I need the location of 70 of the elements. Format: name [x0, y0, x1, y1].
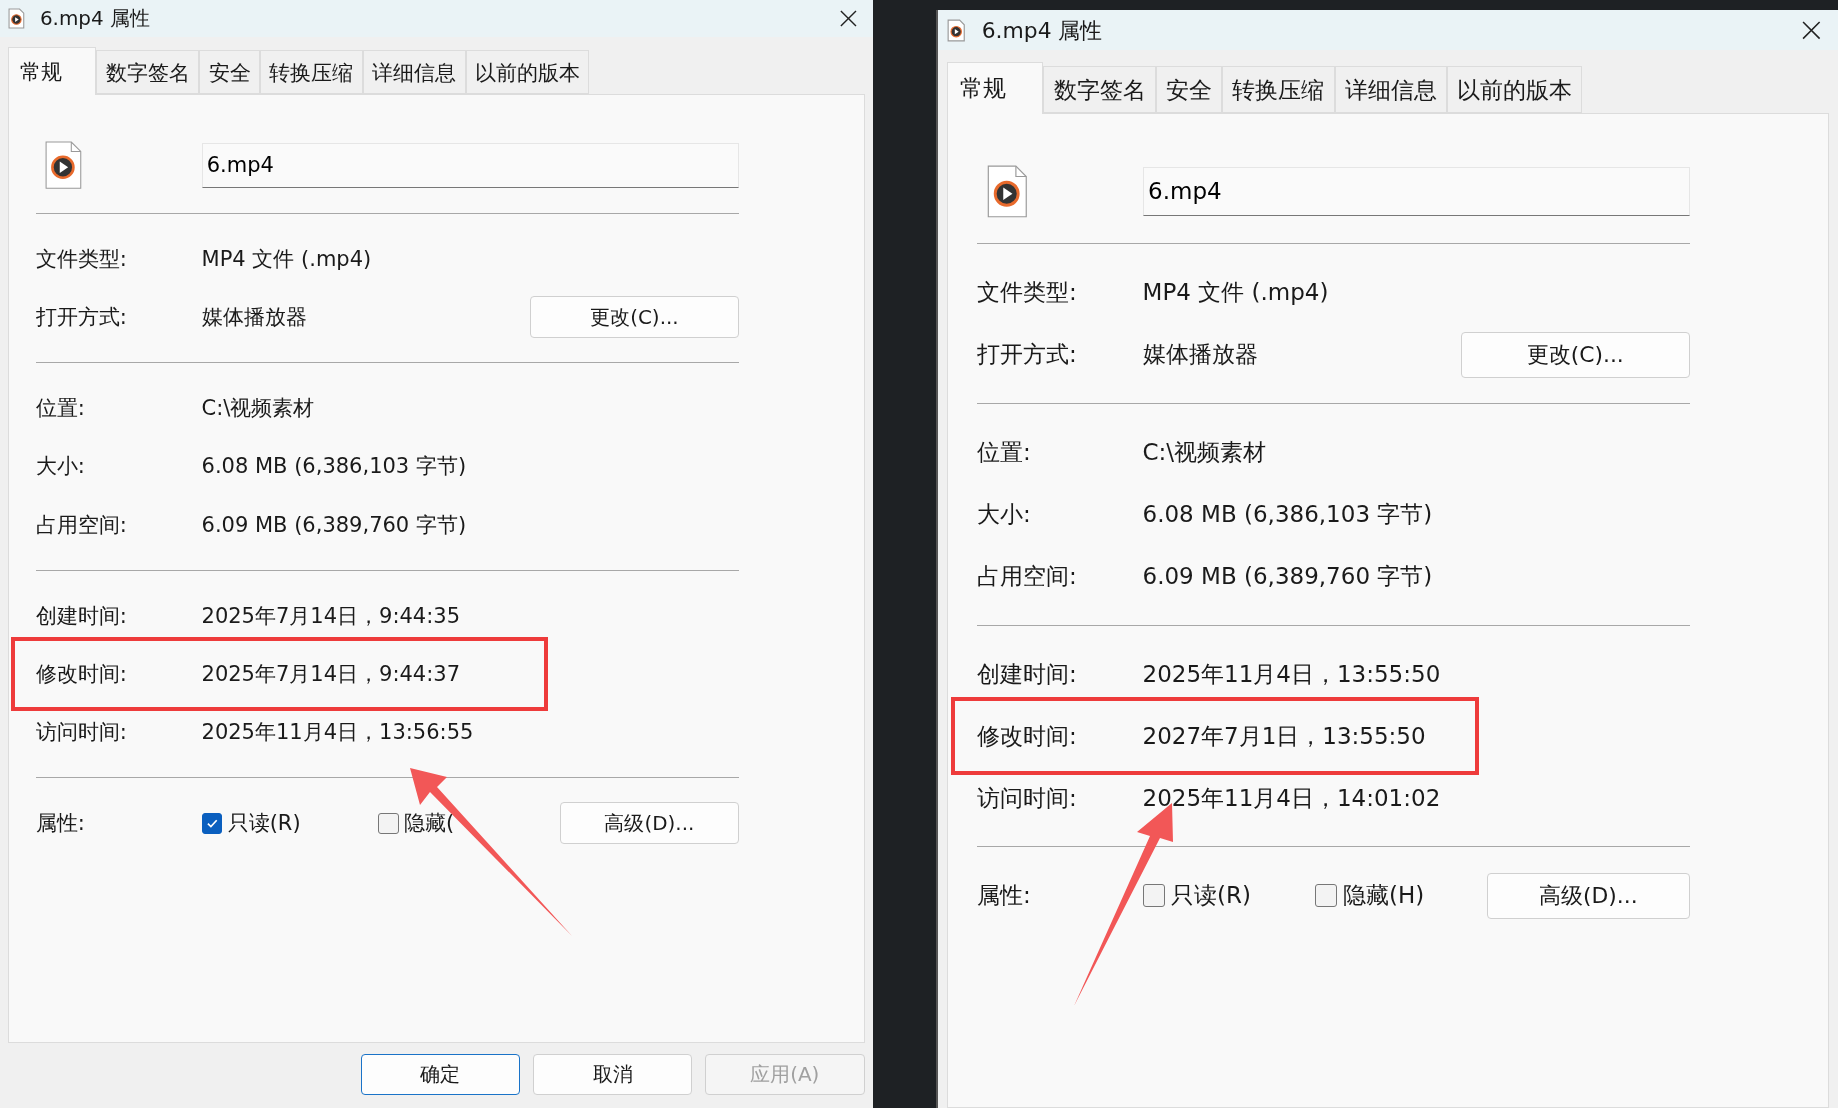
field-label: 修改时间: — [35, 660, 128, 688]
tab[interactable]: 常规 — [947, 61, 1044, 115]
tab[interactable]: 转换压缩 — [1222, 65, 1335, 114]
field-label: 占用空间: — [976, 561, 1078, 591]
field-label: 属性: — [976, 881, 1032, 911]
field-value: 2025年11月4日，13:56:55 — [201, 719, 475, 747]
field-label: 修改时间: — [976, 721, 1078, 751]
checkbox-label: 只读(R) — [227, 810, 301, 838]
field-value: 媒体播放器 — [1142, 340, 1259, 370]
field-value: MP4 文件 (.mp4) — [201, 245, 373, 273]
checkbox[interactable] — [1142, 884, 1166, 908]
filename-field[interactable]: 6.mp4 — [201, 143, 740, 188]
window-title: 6.mp4 属性 — [39, 4, 151, 32]
checkbox[interactable] — [201, 812, 223, 834]
close-icon[interactable] — [839, 8, 859, 28]
field-label: 访问时间: — [976, 783, 1078, 813]
field-label: 访问时间: — [35, 719, 128, 747]
field-label: 打开方式: — [35, 304, 128, 332]
dialog-button[interactable]: 确定 — [360, 1053, 521, 1096]
window-title: 6.mp4 属性 — [981, 16, 1104, 45]
field-value: 6.08 MB (6,386,103 字节) — [201, 453, 468, 481]
tab[interactable]: 常规 — [8, 47, 97, 96]
tab[interactable]: 以前的版本 — [1447, 65, 1583, 114]
field-label: 文件类型: — [35, 245, 128, 273]
tab[interactable]: 详细信息 — [362, 50, 466, 95]
field-value: C:\视频素材 — [201, 394, 316, 422]
field-value: 2025年7月14日，9:44:37 — [201, 660, 461, 688]
field-label: 创建时间: — [976, 659, 1078, 689]
tab[interactable]: 安全 — [1155, 65, 1223, 114]
checkbox-label: 隐藏( — [404, 810, 455, 838]
advanced-button[interactable]: 高级(D)... — [559, 802, 740, 845]
checkbox[interactable] — [1314, 884, 1338, 908]
field-label: 创建时间: — [35, 602, 128, 630]
video-file-icon — [986, 165, 1028, 218]
checkbox[interactable] — [377, 812, 399, 834]
field-value: 媒体播放器 — [201, 304, 308, 332]
field-value: C:\视频素材 — [1142, 437, 1268, 467]
tab[interactable]: 以前的版本 — [465, 50, 590, 95]
change-button[interactable]: 更改(C)... — [1460, 331, 1690, 378]
video-file-icon — [8, 7, 26, 29]
field-label: 位置: — [976, 437, 1032, 467]
tab[interactable]: 数字签名 — [1043, 65, 1156, 114]
advanced-button[interactable]: 高级(D)... — [1486, 872, 1690, 919]
field-value: 6.08 MB (6,386,103 字节) — [1142, 499, 1434, 529]
field-label: 打开方式: — [976, 340, 1078, 370]
field-value: 2025年11月4日，14:01:02 — [1142, 783, 1442, 813]
field-label: 占用空间: — [35, 511, 128, 539]
field-label: 属性: — [35, 810, 86, 838]
field-value: MP4 文件 (.mp4) — [1142, 278, 1330, 308]
checkbox-label: 隐藏(H) — [1343, 881, 1425, 911]
field-label: 位置: — [35, 394, 86, 422]
close-icon[interactable] — [1801, 19, 1822, 41]
field-value: 6.09 MB (6,389,760 字节) — [201, 511, 468, 539]
video-file-icon — [44, 141, 82, 190]
checkbox-label: 只读(R) — [1170, 881, 1251, 911]
change-button[interactable]: 更改(C)... — [529, 296, 740, 338]
field-value: 2027年7月1日，13:55:50 — [1142, 721, 1427, 751]
dialog-button[interactable]: 取消 — [532, 1053, 693, 1096]
video-file-icon — [947, 18, 966, 42]
tab[interactable]: 详细信息 — [1334, 65, 1447, 114]
field-value: 2025年11月4日，13:55:50 — [1142, 659, 1442, 689]
field-value: 2025年7月14日，9:44:35 — [201, 602, 461, 630]
filename-field[interactable]: 6.mp4 — [1142, 167, 1690, 216]
field-label: 文件类型: — [976, 278, 1078, 308]
tab[interactable]: 数字签名 — [96, 50, 200, 95]
tab[interactable]: 安全 — [199, 50, 261, 95]
field-label: 大小: — [976, 499, 1032, 529]
tab[interactable]: 转换压缩 — [260, 50, 363, 95]
field-label: 大小: — [35, 453, 86, 481]
field-value: 6.09 MB (6,389,760 字节) — [1142, 561, 1434, 591]
